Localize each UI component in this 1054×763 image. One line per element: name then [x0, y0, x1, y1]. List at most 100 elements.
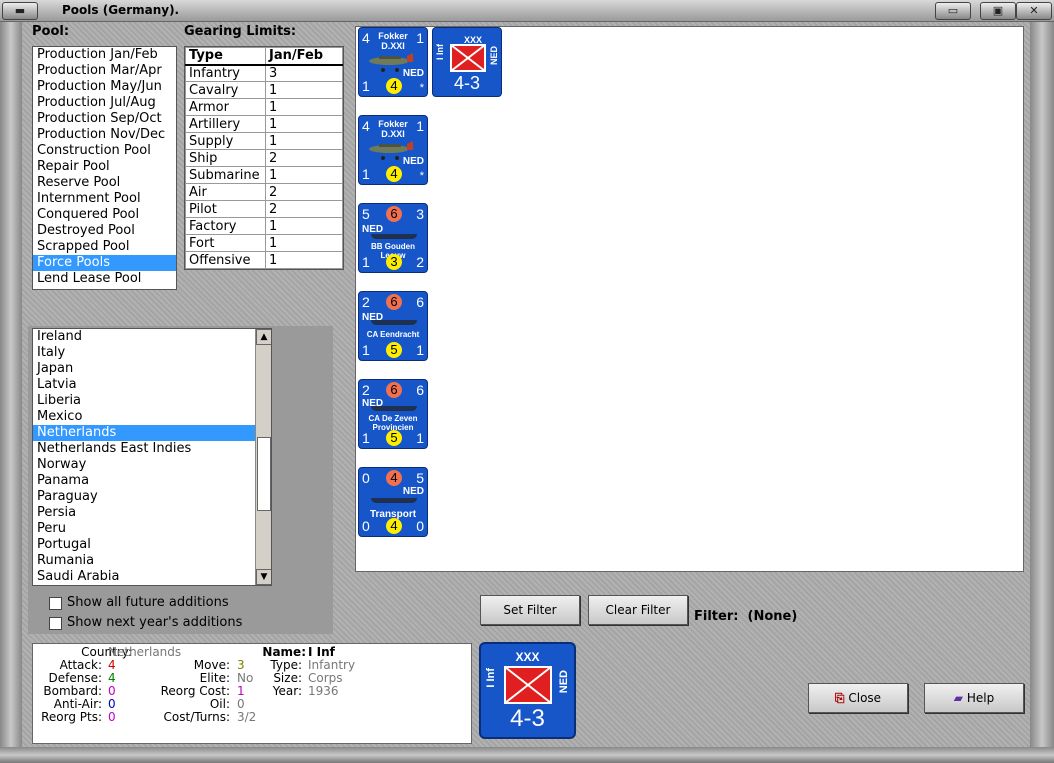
counter-bl: 1: [362, 78, 370, 94]
pool-list-item[interactable]: Repair Pool: [33, 159, 176, 175]
counter-i-inf[interactable]: XXX I Inf NED 4-3: [432, 27, 502, 97]
reorg-pts-value: 0: [108, 710, 116, 724]
set-filter-button[interactable]: Set Filter: [480, 595, 580, 625]
clear-filter-button[interactable]: Clear Filter: [588, 595, 688, 625]
gearing-cell: Factory: [185, 217, 266, 235]
pool-list-item[interactable]: Force Pools: [33, 255, 176, 271]
counter-bl: 1: [362, 254, 370, 270]
big-counter-size: XXX: [515, 650, 540, 664]
pool-list-item[interactable]: Production Sep/Oct: [33, 111, 176, 127]
counter-br: *: [419, 170, 424, 182]
pool-list[interactable]: Production Jan/Feb Production Mar/Apr Prod…: [32, 46, 177, 290]
pool-list-item[interactable]: Reserve Pool: [33, 175, 176, 191]
country-list-item[interactable]: Mexico: [33, 409, 255, 425]
country-list-item[interactable]: Latvia: [33, 377, 255, 393]
close-window-button[interactable]: ✕: [1016, 2, 1052, 20]
pool-list-item[interactable]: Production Mar/Apr: [33, 63, 176, 79]
counter-tr: 6: [416, 382, 424, 398]
counter-ca-de-zeven-provincien[interactable]: 2 6 6 NED CA De Zeven Provincien 1 5 1: [358, 379, 428, 449]
country-list[interactable]: Ireland Italy Japan Latvia Liberia Mexico Neth…: [32, 328, 272, 586]
gearing-cell: Artillery: [185, 115, 266, 133]
counter-transport[interactable]: 0 4 5 NED Transport 0 4 0: [358, 467, 428, 537]
counter-fokker-1[interactable]: 4 Fokker D.XXI 1 NED 1 4 *: [358, 27, 428, 97]
pool-list-item[interactable]: Scrapped Pool: [33, 239, 176, 255]
pool-list-item[interactable]: Production May/Jun: [33, 79, 176, 95]
country-list-item[interactable]: Portugal: [33, 537, 255, 553]
country-list-item[interactable]: Norway: [33, 457, 255, 473]
gearing-row: Infantry 3: [185, 64, 343, 82]
gearing-header[interactable]: Jan/Feb: [265, 47, 343, 66]
gearing-row: Ship 2: [185, 149, 343, 167]
counter-tc: 6: [386, 294, 402, 310]
maximize-button[interactable]: ▣: [980, 2, 1016, 20]
year-value: 1936: [308, 684, 339, 698]
reorg-pts-key: Reorg Pts:: [41, 710, 102, 724]
gearing-cell: 1: [265, 132, 343, 150]
pool-list-item[interactable]: Production Jan/Feb: [33, 47, 176, 63]
close-button[interactable]: ⎘ Close: [808, 683, 908, 713]
country-list-item[interactable]: Netherlands East Indies: [33, 441, 255, 457]
gearing-cell: 1: [265, 115, 343, 133]
country-list-item[interactable]: Rumania: [33, 553, 255, 569]
gearing-cell: 1: [265, 98, 343, 116]
frame-right: [1030, 22, 1054, 763]
unit-info-panel: Country: Netherlands Attack: 4 Defense: …: [32, 643, 472, 744]
counter-bl: 1: [362, 166, 370, 182]
country-list-item[interactable]: Netherlands: [33, 425, 255, 441]
country-list-item[interactable]: Saudi Arabia: [33, 569, 255, 585]
close-icon: ⎘: [834, 691, 845, 705]
country-list-item[interactable]: Peru: [33, 521, 255, 537]
country-list-item[interactable]: Persia: [33, 505, 255, 521]
country-list-item[interactable]: Italy: [33, 345, 255, 361]
gearing-cell: Cavalry: [185, 81, 266, 99]
country-list-item[interactable]: Panama: [33, 473, 255, 489]
next-year-checkbox[interactable]: [49, 617, 62, 630]
pool-list-item[interactable]: Conquered Pool: [33, 207, 176, 223]
gearing-row: Submarine 1: [185, 166, 343, 184]
size-value: Corps: [308, 671, 343, 685]
gearing-cell: 2: [265, 200, 343, 218]
country-scrollbar[interactable]: ▲ ▼: [255, 329, 271, 585]
pool-list-item[interactable]: Destroyed Pool: [33, 223, 176, 239]
gearing-cell: 2: [265, 183, 343, 201]
gearing-row: Artillery 1: [185, 115, 343, 133]
counter-bc: 3: [386, 254, 402, 270]
counter-bl: 1: [362, 430, 370, 446]
defense-key: Defense:: [48, 671, 102, 685]
minimize-button[interactable]: ▭: [935, 2, 971, 20]
help-button[interactable]: ▰ Help: [924, 683, 1024, 713]
country-list-item[interactable]: Liberia: [33, 393, 255, 409]
future-additions-checkbox[interactable]: [49, 597, 62, 610]
counter-bb-gouden-leeuw[interactable]: 5 6 3 NED BB Gouden Leeuw 1 3 2: [358, 203, 428, 273]
counter-br: 1: [416, 430, 424, 446]
gearing-row: Supply 1: [185, 132, 343, 150]
oil-key: Oil:: [209, 697, 230, 711]
scroll-up-arrow-icon[interactable]: ▲: [256, 329, 271, 345]
country-list-item[interactable]: Paraguay: [33, 489, 255, 505]
antiair-key: Anti-Air:: [53, 697, 102, 711]
counter-tr: 1: [416, 118, 424, 134]
country-list-item[interactable]: Japan: [33, 361, 255, 377]
counter-ca-eendracht[interactable]: 2 6 6 NED CA Eendracht 1 5 1: [358, 291, 428, 361]
pool-list-item[interactable]: Construction Pool: [33, 143, 176, 159]
gearing-cell: 3: [265, 64, 343, 82]
country-list-item[interactable]: Ireland: [33, 329, 255, 345]
counter-br: 0: [416, 518, 424, 534]
gearing-cell: 1: [265, 217, 343, 235]
scroll-thumb[interactable]: [257, 437, 271, 511]
pool-list-item[interactable]: Production Jul/Aug: [33, 95, 176, 111]
system-menu-button[interactable]: ▬: [2, 2, 38, 20]
counter-tr: 6: [416, 294, 424, 310]
counter-ned: NED: [402, 68, 424, 79]
pool-list-item[interactable]: Internment Pool: [33, 191, 176, 207]
scroll-down-arrow-icon[interactable]: ▼: [256, 569, 271, 585]
elite-value: No: [237, 671, 254, 685]
counter-name: CA Eendracht: [366, 330, 420, 339]
pool-list-item[interactable]: Lend Lease Pool: [33, 271, 176, 287]
ship-icon: [371, 320, 417, 325]
year-key: Year:: [272, 684, 302, 698]
counter-br: *: [419, 82, 424, 94]
counter-fokker-2[interactable]: 4 Fokker D.XXI 1 NED 1 4 *: [358, 115, 428, 185]
gearing-header[interactable]: Type: [185, 47, 266, 66]
pool-list-item[interactable]: Production Nov/Dec: [33, 127, 176, 143]
